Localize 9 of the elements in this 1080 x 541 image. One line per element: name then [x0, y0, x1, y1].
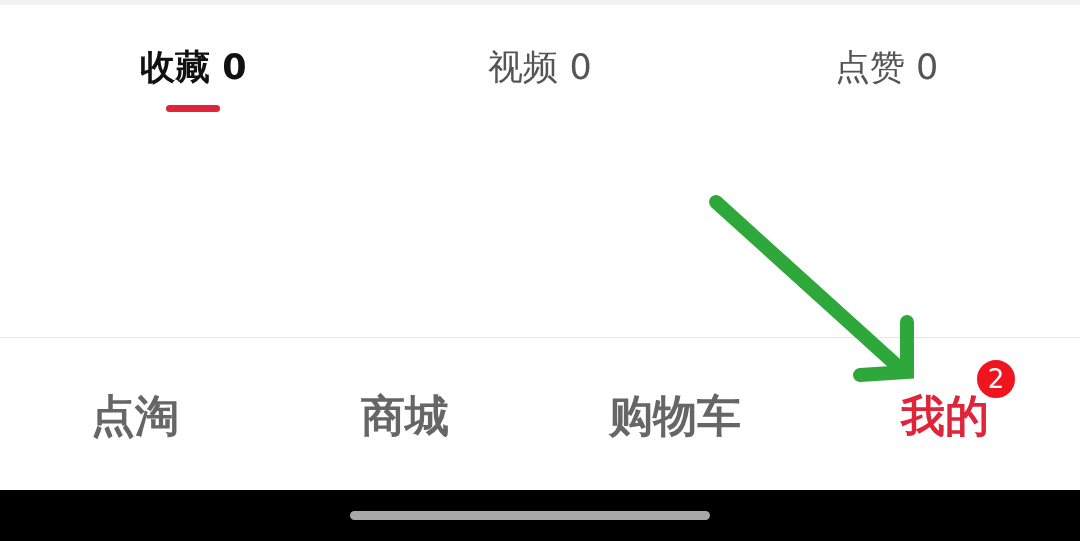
home-indicator[interactable] — [350, 511, 710, 520]
tab[interactable]: 点赞 0 — [834, 45, 939, 89]
tab[interactable]: 收藏 0 — [140, 45, 247, 89]
notification-badge: 2 — [975, 358, 1017, 400]
tab[interactable]: 视频 0 — [488, 45, 592, 89]
nav-item[interactable]: 点淘 — [91, 390, 179, 441]
tab-indicator — [166, 105, 221, 112]
nav-item[interactable]: 购物车 — [609, 390, 741, 441]
nav-item[interactable]: 商城 — [361, 390, 449, 441]
